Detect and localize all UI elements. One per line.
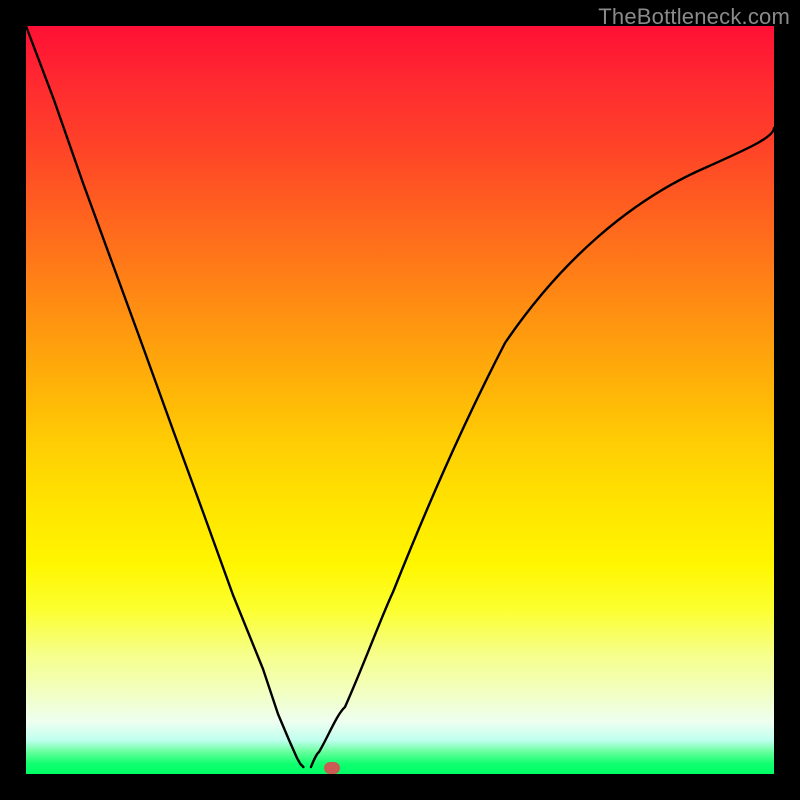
chart-curves: [0, 0, 800, 800]
bottleneck-marker: [324, 762, 340, 774]
curve-right-branch: [311, 128, 774, 767]
curve-left-branch: [26, 26, 303, 767]
